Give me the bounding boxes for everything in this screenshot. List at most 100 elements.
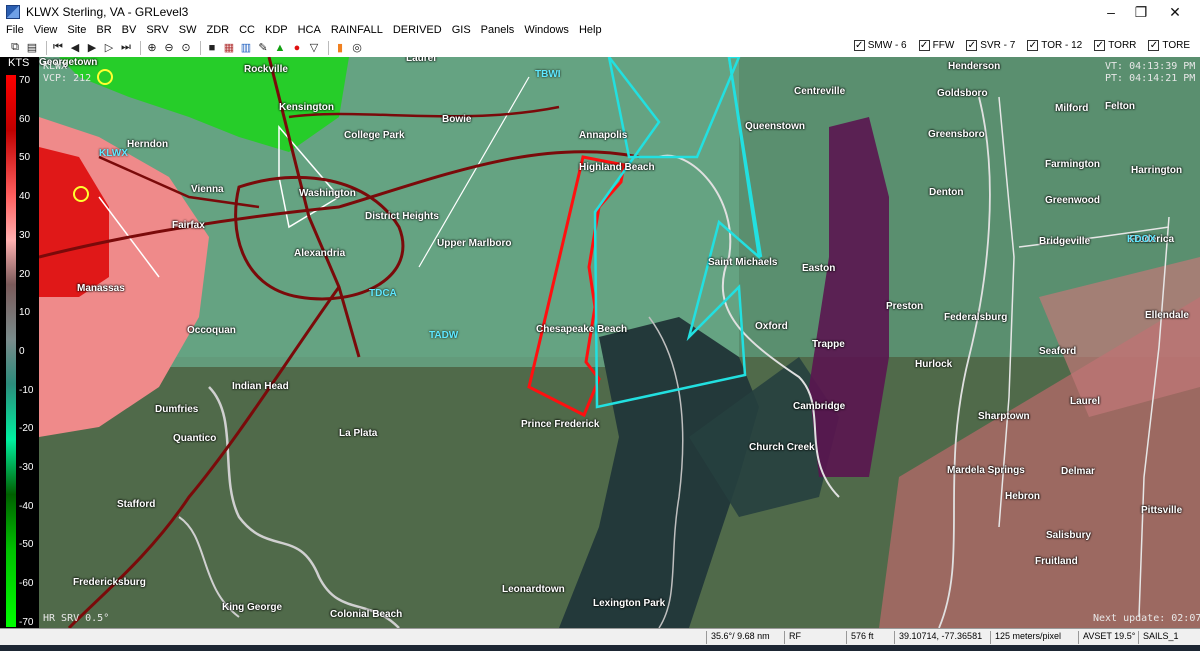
colorbar-tick-label: -40 (19, 500, 34, 512)
close-button[interactable]: ✕ (1158, 0, 1192, 24)
city-label: Laurel (1070, 396, 1101, 407)
menu-derived[interactable]: DERIVED (393, 24, 442, 36)
city-label: Prince Frederick (521, 419, 600, 430)
warning-toggle-label: TOR - 12 (1041, 40, 1083, 51)
tdwr-site-label: TADW (429, 330, 459, 341)
warning-toggle[interactable]: ✓ SMW - 6 (853, 40, 907, 51)
warning-toggle[interactable]: ✓ TORE (1148, 40, 1190, 51)
stop-icon[interactable]: ■ (205, 41, 219, 55)
city-label: Leonardtown (502, 584, 565, 595)
city-label: Mardela Springs (947, 465, 1025, 476)
city-label: Sharptown (978, 411, 1030, 422)
paste-icon[interactable]: ▤ (25, 41, 39, 55)
city-label: Upper Marlboro (437, 238, 512, 249)
zoom-out-icon[interactable]: ⊖ (162, 41, 176, 55)
checkbox[interactable]: ✓ (1027, 40, 1039, 51)
city-label: Greenwood (1045, 195, 1101, 206)
city-label: King George (222, 602, 283, 613)
next-frame-icon[interactable]: ▷ (102, 41, 116, 55)
warning-toggle-label: SVR - 7 (980, 40, 1016, 51)
checkbox[interactable]: ✓ (1094, 40, 1106, 51)
minimize-button[interactable]: – (1094, 0, 1128, 24)
city-label: Lexington Park (593, 598, 666, 609)
warning-toggle[interactable]: ✓ FFW (918, 40, 955, 51)
menu-kdp[interactable]: KDP (265, 24, 288, 36)
radar-layer-icon[interactable]: ▦ (222, 41, 236, 55)
city-label: Henderson (948, 61, 1001, 72)
city-label: Occoquan (187, 325, 236, 336)
radar-layer (39, 57, 1200, 628)
warning-toggle[interactable]: ✓ TOR - 12 (1027, 40, 1082, 51)
radar-site-label: KLWX (43, 61, 68, 72)
copy-icon[interactable]: ⧉ (8, 41, 22, 55)
warning-toggle[interactable]: ✓ SVR - 7 (966, 40, 1015, 51)
tdwr-site-label: TBWI (535, 69, 561, 80)
menu-srv[interactable]: SRV (146, 24, 168, 36)
triangle-icon[interactable]: ▲ (273, 41, 287, 55)
play-icon[interactable]: ▶ (85, 41, 99, 55)
warning-toggle-label: FFW (932, 40, 955, 51)
menu-windows[interactable]: Windows (524, 24, 569, 36)
city-label: Alexandria (294, 248, 346, 259)
menu-sw[interactable]: SW (179, 24, 197, 36)
city-label: Fairfax (172, 220, 205, 231)
menu-bv[interactable]: BV (122, 24, 137, 36)
menu-gis[interactable]: GIS (452, 24, 471, 36)
close-icon: ✕ (1169, 3, 1181, 20)
menu-panels[interactable]: Panels (481, 24, 515, 36)
warning-toggle-label: TORE (1162, 40, 1190, 51)
checkbox[interactable]: ✓ (966, 40, 978, 51)
city-label: Seaford (1039, 346, 1077, 357)
city-label: District Heights (365, 211, 439, 222)
filter-icon[interactable]: ▽ (307, 41, 321, 55)
menu-site[interactable]: Site (67, 24, 86, 36)
status-mode: RF (784, 631, 846, 644)
zoom-in-icon[interactable]: ⊕ (145, 41, 159, 55)
zoom-reset-icon[interactable]: ⊙ (179, 41, 193, 55)
city-label: Vienna (191, 184, 224, 195)
city-label: Quantico (173, 433, 217, 444)
menu-file[interactable]: File (6, 24, 24, 36)
city-label: Chesapeake Beach (536, 324, 628, 335)
colorbar-tick-label: 20 (19, 268, 31, 280)
colorbar-tick-label: 60 (19, 113, 31, 125)
colorbar-tick-label: -50 (19, 539, 34, 551)
status-resolution: 125 meters/pixel (990, 631, 1078, 644)
menu-cc[interactable]: CC (239, 24, 255, 36)
restore-button[interactable]: ❐ (1124, 0, 1158, 24)
city-label: Goldsboro (937, 88, 988, 99)
taskbar (0, 645, 1200, 651)
menu-view[interactable]: View (34, 24, 58, 36)
menu-help[interactable]: Help (579, 24, 602, 36)
checkbox[interactable]: ✓ (918, 40, 930, 51)
menu-zdr[interactable]: ZDR (206, 24, 229, 36)
city-label: Washington (299, 188, 356, 199)
colorbar-tick-label: 50 (19, 152, 31, 164)
city-label: Kensington (279, 102, 334, 113)
last-frame-icon[interactable]: ⏭ (119, 41, 133, 55)
colorbar-tick-label: 70 (19, 75, 31, 86)
city-label: Stafford (117, 499, 156, 510)
checkbox[interactable]: ✓ (1148, 40, 1160, 51)
color-table-icon[interactable]: ▥ (239, 41, 253, 55)
radar-map[interactable]: Laurel Rockville Kensington College Park Bow… (39, 57, 1200, 628)
process-time: PT: 04:14:21 PM (1105, 73, 1196, 84)
city-label: Milford (1055, 103, 1089, 114)
restore-icon: ❐ (1134, 3, 1148, 20)
menu-br[interactable]: BR (96, 24, 111, 36)
city-label: Harrington (1131, 165, 1183, 176)
circle-icon[interactable]: ● (290, 41, 304, 55)
orange-bar-icon[interactable]: ▮ (333, 41, 347, 55)
first-frame-icon[interactable]: ⏮ (51, 41, 65, 55)
product-label: HR SRV 0.5° (43, 613, 110, 624)
menu-hca[interactable]: HCA (298, 24, 321, 36)
warning-toggle[interactable]: ✓ TORR (1094, 40, 1136, 51)
prev-frame-icon[interactable]: ◀ (68, 41, 82, 55)
radar-site-marker-label: KLWX (99, 148, 128, 159)
city-label: Laurel (406, 57, 437, 64)
menu-rainfall[interactable]: RAINFALL (331, 24, 383, 36)
colorbar-tick-label: 40 (19, 191, 31, 203)
settings-icon[interactable]: ◎ (350, 41, 364, 55)
checkbox[interactable]: ✓ (853, 40, 865, 51)
pencil-icon[interactable]: ✎ (256, 41, 270, 55)
